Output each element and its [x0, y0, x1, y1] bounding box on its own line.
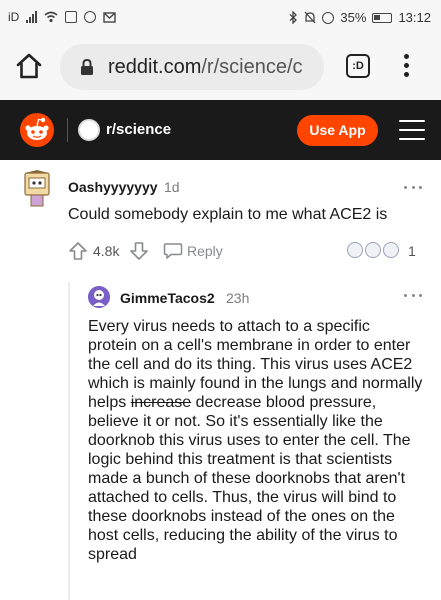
reddit-logo-icon[interactable]	[20, 113, 54, 147]
browser-toolbar: reddit.com/r/science/c :D	[0, 34, 441, 100]
award-icon-3	[383, 242, 399, 258]
tab-switcher-button[interactable]: :D	[346, 54, 370, 78]
use-app-button[interactable]: Use App	[297, 115, 378, 146]
avatar[interactable]	[22, 170, 52, 208]
status-bar: iD 35% 13:12	[0, 0, 441, 34]
comment-thread: Oashyyyyyyy 1d Could somebody explain to…	[0, 160, 441, 600]
mail-icon	[103, 11, 117, 23]
home-icon[interactable]	[14, 51, 44, 81]
lock-icon	[81, 59, 93, 75]
header-divider	[67, 118, 68, 142]
reply-body-strikethrough: increase	[130, 394, 192, 411]
downvote-icon[interactable]	[129, 241, 149, 261]
comment-body: Could somebody explain to me what ACE2 i…	[68, 206, 388, 223]
url-text: reddit.com/r/science/c	[108, 56, 320, 79]
address-bar[interactable]: reddit.com/r/science/c	[60, 44, 324, 90]
bluetooth-icon	[289, 11, 298, 24]
carrier-label: iD	[8, 10, 20, 24]
award-icon-1	[347, 242, 363, 258]
reply-age: 23h	[226, 290, 250, 306]
avatar-icon	[88, 286, 110, 308]
battery-percent: 35%	[340, 10, 367, 25]
comment-more-options-icon[interactable]	[404, 186, 422, 192]
reply-more-options-icon[interactable]	[404, 294, 422, 300]
vote-score: 4.8k	[93, 243, 120, 259]
data-saver-icon	[322, 11, 335, 24]
avatar[interactable]	[88, 286, 110, 308]
thread-line[interactable]	[68, 282, 70, 600]
wifi-icon	[44, 11, 58, 23]
upvote-icon[interactable]	[68, 241, 88, 261]
comment-age: 1d	[164, 179, 180, 195]
url-host: reddit.com	[108, 56, 202, 78]
comment-actions: 4.8k Reply 1	[68, 240, 428, 262]
award-count: 1	[408, 243, 416, 259]
subreddit-name[interactable]: r/science	[106, 121, 171, 138]
mute-bell-icon	[304, 11, 316, 24]
browser-menu-icon[interactable]	[398, 52, 414, 82]
nfc-icon	[65, 11, 78, 23]
clock: 13:12	[398, 10, 431, 25]
hamburger-menu-icon[interactable]	[399, 120, 425, 142]
award-icon-2	[365, 242, 381, 258]
reply-body: Every virus needs to attach to a specifi…	[88, 317, 423, 564]
app-notification-icon	[84, 11, 97, 23]
reply-icon[interactable]	[163, 242, 183, 260]
comment-author[interactable]: Oashyyyyyyy	[68, 179, 158, 195]
reply-body-text-2: decrease blood pressure, believe it or n…	[88, 394, 411, 563]
reply-author[interactable]: GimmeTacos2	[120, 290, 215, 306]
signal-icon	[26, 11, 38, 23]
subreddit-icon[interactable]	[78, 119, 100, 141]
url-path: /r/science/c	[201, 56, 303, 78]
reddit-header: r/science Use App	[0, 100, 441, 160]
battery-icon	[372, 12, 393, 23]
awards[interactable]	[347, 242, 399, 258]
status-left: iD	[8, 10, 117, 24]
status-right: 35% 13:12	[289, 10, 431, 25]
reply-button[interactable]: Reply	[187, 243, 223, 259]
